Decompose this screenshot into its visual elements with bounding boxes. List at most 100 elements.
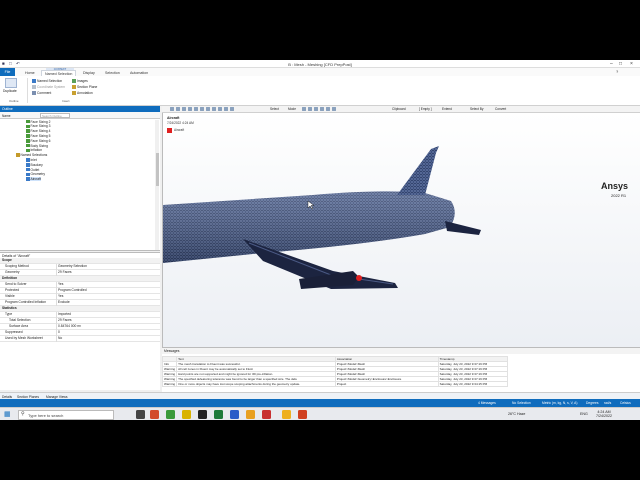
select-edge-icon[interactable] — [308, 107, 312, 111]
iso-view-icon[interactable] — [218, 107, 222, 111]
taskbar-app-10-icon[interactable] — [298, 410, 307, 419]
duplicate-icon[interactable] — [5, 78, 17, 88]
taskbar-app-5-icon[interactable] — [214, 410, 223, 419]
status-temp[interactable]: Celsius — [620, 401, 631, 405]
select-vertex-icon[interactable] — [302, 107, 306, 111]
close-icon[interactable]: × — [630, 61, 633, 67]
status-rad[interactable]: rad/s — [604, 401, 611, 405]
select-by-dropdown[interactable]: Select By — [470, 107, 483, 111]
name-filter-dropdown[interactable]: Name — [2, 114, 11, 118]
outline-item[interactable]: Face Sizing 4 — [26, 129, 50, 133]
ribbon-divider — [27, 78, 28, 103]
pan-icon[interactable] — [176, 107, 180, 111]
annotation-button[interactable]: Annotation — [72, 91, 93, 95]
details-row[interactable]: Used by Mesh Worksheet No — [0, 336, 160, 342]
tab-selection[interactable]: Selection — [102, 70, 123, 76]
tab-automation[interactable]: Automation — [127, 70, 151, 76]
magnifier-icon[interactable] — [200, 107, 204, 111]
details-divider — [56, 336, 57, 342]
tail-fin-mesh — [397, 146, 439, 195]
duplicate-button[interactable]: Duplicate — [3, 89, 17, 93]
select-element-icon[interactable] — [332, 107, 336, 111]
section-plane-button[interactable]: Section Plane — [72, 85, 97, 89]
tree-node-icon — [26, 119, 30, 124]
outline-item[interactable]: Geometry — [26, 172, 45, 176]
tree-node-icon — [26, 172, 30, 177]
tab-section-planes[interactable]: Section Planes — [17, 395, 39, 399]
taskbar-app-7-icon[interactable] — [246, 410, 255, 419]
outline-item[interactable]: Aircraft — [26, 177, 41, 182]
convert-dropdown[interactable]: Convert — [495, 107, 506, 111]
taskbar-search-input[interactable]: Type here to search — [18, 409, 114, 420]
outline-item[interactable]: Face Sizing 6 — [26, 139, 50, 143]
taskbar-app-4-icon[interactable] — [198, 410, 207, 419]
taskbar-weather[interactable]: 26°C Haze — [508, 412, 525, 416]
tab-display[interactable]: Display — [80, 70, 98, 76]
clipboard-dropdown[interactable]: Clipboard — [392, 107, 406, 111]
zoom-fit-icon[interactable] — [194, 107, 198, 111]
comment-button[interactable]: Comment — [32, 91, 51, 95]
status-degrees[interactable]: Degrees — [586, 401, 598, 405]
outline-item[interactable]: Inflation — [26, 148, 42, 152]
taskbar-app-9-icon[interactable] — [282, 410, 291, 419]
coordinate-system-button[interactable]: Coordinate System — [32, 85, 65, 89]
next-view-icon[interactable] — [212, 107, 216, 111]
taskbar-app-3-icon[interactable] — [182, 410, 191, 419]
box-zoom-icon[interactable] — [188, 107, 192, 111]
task-view-icon[interactable] — [136, 410, 145, 419]
taskbar-app-8-icon[interactable] — [262, 410, 271, 419]
details-key: Surface Area — [9, 324, 29, 328]
insert-group-label: Insert — [62, 99, 70, 103]
outline-item-label: Boudary — [30, 162, 43, 167]
status-units[interactable]: Metric (m, kg, N, s, V, A) — [542, 401, 577, 405]
outline-item-label: Face Sizing 5 — [30, 133, 51, 138]
taskbar-app-1-icon[interactable] — [150, 410, 159, 419]
taskbar-app-2-icon[interactable] — [166, 410, 175, 419]
tab-file[interactable]: File — [0, 68, 15, 76]
taskbar-app-6-icon[interactable] — [230, 410, 239, 419]
details-value: Program Controlled — [58, 288, 87, 292]
outline-item[interactable]: Boudary — [26, 163, 43, 167]
outline-item[interactable]: Outlet — [26, 168, 39, 172]
outline-search-input[interactable]: Search Outline — [40, 113, 70, 118]
mode-dropdown[interactable]: Mode — [288, 107, 296, 111]
tree-node-icon — [26, 134, 30, 138]
tab-home[interactable]: Home — [22, 70, 38, 76]
select-button[interactable]: Select — [270, 107, 279, 111]
select-body-icon[interactable] — [320, 107, 324, 111]
windows-start-icon[interactable]: ▦ — [4, 410, 11, 418]
maximize-icon[interactable]: □ — [619, 61, 622, 67]
taskbar-language[interactable]: ENG — [580, 412, 588, 416]
label-icon[interactable] — [224, 107, 228, 111]
horizontal-stabilizer — [445, 221, 481, 235]
select-face-icon[interactable] — [314, 107, 318, 111]
message-row[interactable]: Warning One or more objects may have lost… — [161, 381, 509, 387]
zoom-icon[interactable] — [182, 107, 186, 111]
tab-manage-views[interactable]: Manage Views — [46, 395, 68, 399]
minimize-icon[interactable]: – — [610, 61, 613, 67]
outline-item[interactable]: Named Selections — [16, 153, 47, 157]
details-key: Protected — [5, 288, 20, 292]
outline-item[interactable]: Face Sizing 2 — [26, 120, 50, 124]
outline-item[interactable]: Face Sizing 3 — [26, 124, 50, 128]
select-node-icon[interactable] — [326, 107, 330, 111]
help-icon[interactable]: ? — [616, 69, 618, 74]
tab-details[interactable]: Details — [2, 395, 12, 399]
legend-icon[interactable] — [230, 107, 234, 111]
taskbar-clock[interactable]: 4:24 AM 7/24/2022 — [596, 410, 612, 419]
outline-item[interactable]: Body Sizing — [26, 144, 48, 148]
message-type: Warning — [161, 376, 178, 382]
window-title: B : Mesh - Meshing [CFD PrepPost] — [288, 61, 352, 67]
tab-named-selection[interactable]: Named Selection — [41, 69, 77, 76]
previous-view-icon[interactable] — [206, 107, 210, 111]
rotate-icon[interactable] — [170, 107, 174, 111]
named-selection-button[interactable]: Named Selection — [32, 79, 62, 83]
bottom-tab-bar: Details Section Planes Manage Views — [0, 392, 640, 399]
extend-dropdown[interactable]: Extend — [442, 107, 452, 111]
status-messages[interactable]: 4 Messages — [478, 401, 496, 405]
images-button[interactable]: Images — [72, 79, 88, 83]
outline-item[interactable]: Face Sizing 5 — [26, 134, 50, 138]
outline-scroll-thumb[interactable] — [155, 153, 159, 186]
outline-item[interactable]: Inlet — [26, 158, 37, 162]
ansys-meshing-window: ■ □ ↶ B : Mesh - Meshing [CFD PrepPost] … — [0, 60, 640, 420]
